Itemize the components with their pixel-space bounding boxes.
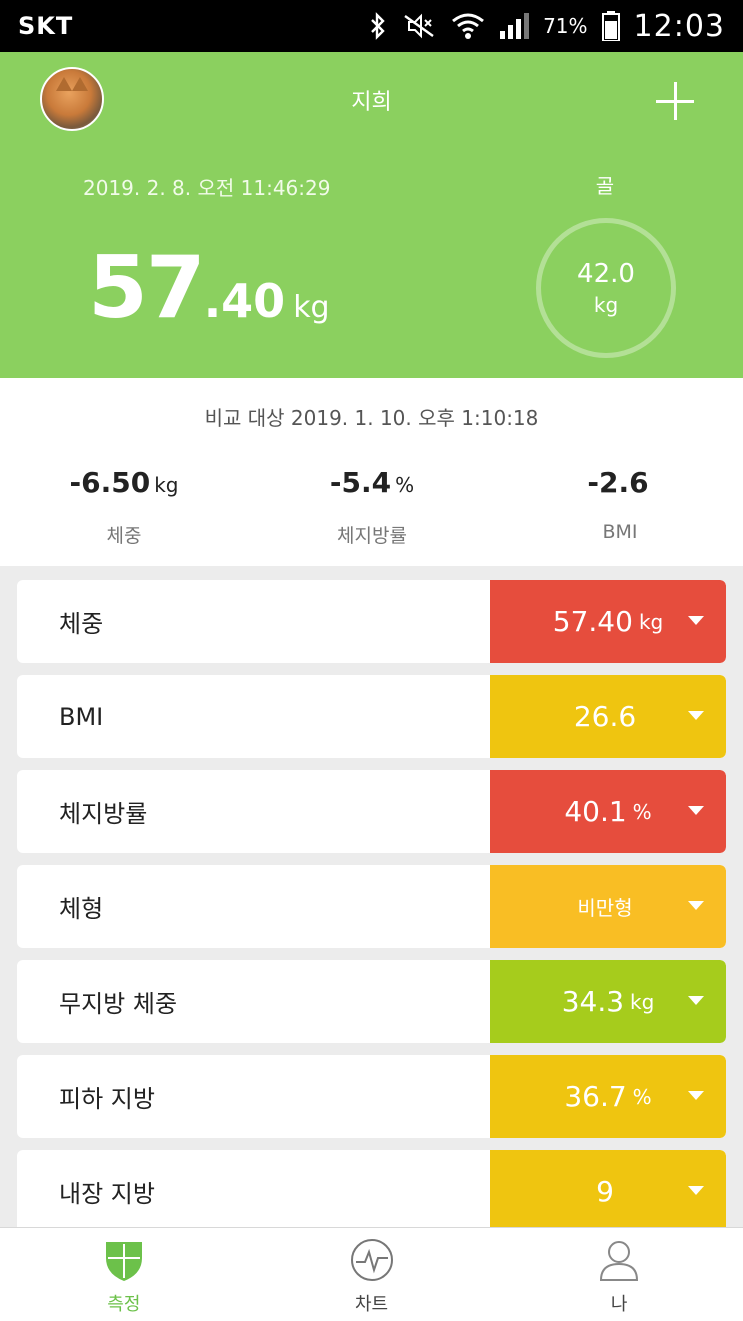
add-button[interactable] (654, 80, 698, 124)
metric-row-visceral-fat[interactable]: 내장 지방 9 (17, 1150, 726, 1233)
goal-unit: kg (593, 293, 619, 317)
status-bar: SKT 71% 12:03 (0, 0, 743, 52)
compare-value: -6.50 kg (69, 466, 179, 499)
caret-down-icon (688, 616, 704, 625)
carrier-label: SKT (18, 12, 74, 40)
metric-label: 체중 (59, 610, 104, 638)
caret-down-icon (688, 901, 704, 910)
metric-label: 체지방률 (59, 800, 148, 828)
goal-circle[interactable]: 42.0 kg (536, 218, 676, 358)
measure-time: 2019. 2. 8. 오전 11:46:29 (83, 176, 331, 200)
metric-value[interactable]: 26.6 (490, 675, 726, 758)
bluetooth-icon (369, 12, 387, 40)
nav-measure[interactable]: 측정 (0, 1228, 248, 1321)
shield-icon (100, 1236, 148, 1284)
metric-row-subcutaneous-fat[interactable]: 피하 지방 36.7% (17, 1055, 726, 1138)
caret-down-icon (688, 996, 704, 1005)
metric-row-body-type[interactable]: 체형 비만형 (17, 865, 726, 948)
metric-value[interactable]: 36.7% (490, 1055, 726, 1138)
metric-label: BMI (59, 702, 104, 731)
nav-me[interactable]: 나 (495, 1228, 743, 1321)
compare-label: 체중 (106, 525, 142, 547)
metric-value[interactable]: 57.40 kg (490, 580, 726, 663)
caret-down-icon (688, 711, 704, 720)
clock: 12:03 (633, 8, 725, 44)
nav-label: 측정 (107, 1294, 141, 1315)
metric-label: 피하 지방 (59, 1085, 155, 1113)
person-icon (595, 1236, 643, 1284)
mute-icon (401, 12, 437, 40)
compare-label: 체지방률 (337, 525, 407, 547)
battery-percent: 71% (543, 14, 588, 38)
comparison-title[interactable]: 비교 대상 2019. 1. 10. 오후 1:10:18 (0, 402, 743, 431)
metric-row-weight[interactable]: 체중 57.40 kg (17, 580, 726, 663)
battery-icon (601, 11, 620, 41)
metric-label: 내장 지방 (59, 1180, 155, 1208)
compare-body-fat: -5.4% 체지방률 (248, 466, 496, 548)
weight-unit: kg (293, 290, 330, 325)
metric-value[interactable]: 34.3 kg (490, 960, 726, 1043)
metric-row-bmi[interactable]: BMI 26.6 (17, 675, 726, 758)
metrics-list: 체중 57.40 kg BMI 26.6 체지방률 40.1% 체형 비만형 무지… (17, 580, 726, 1245)
signal-icon (499, 13, 530, 39)
caret-down-icon (688, 1186, 704, 1195)
compare-bmi: -2.6 BMI (496, 466, 743, 543)
wifi-icon (451, 11, 485, 41)
profile-header: 지희 2019. 2. 8. 오전 11:46:29 57 .40 kg 골 4… (0, 52, 743, 378)
metric-value[interactable]: 40.1% (490, 770, 726, 853)
user-name[interactable]: 지희 (0, 84, 743, 116)
compare-value: -2.6 (587, 466, 649, 499)
metric-value[interactable]: 비만형 (490, 865, 726, 948)
compare-label: BMI (602, 521, 638, 543)
weight-integer: 57 (88, 238, 206, 338)
current-weight: 57 .40 kg (88, 238, 330, 338)
compare-value: -5.4% (329, 466, 415, 499)
metric-label: 체형 (59, 895, 104, 923)
metric-row-lean-mass[interactable]: 무지방 체중 34.3 kg (17, 960, 726, 1043)
nav-chart[interactable]: 차트 (248, 1228, 496, 1321)
nav-label: 차트 (354, 1294, 389, 1315)
nav-label: 나 (610, 1294, 628, 1315)
goal-label: 골 (595, 174, 615, 198)
comparison-panel: 비교 대상 2019. 1. 10. 오후 1:10:18 -6.50 kg 체중… (0, 378, 743, 566)
compare-weight: -6.50 kg 체중 (0, 466, 248, 548)
weight-decimal: .40 (203, 274, 286, 328)
metric-value[interactable]: 9 (490, 1150, 726, 1233)
caret-down-icon (688, 806, 704, 815)
pulse-chart-icon (348, 1236, 396, 1284)
bottom-nav: 측정 차트 나 (0, 1227, 743, 1321)
goal-value: 42.0 (577, 259, 635, 289)
caret-down-icon (688, 1091, 704, 1100)
status-icons: 71% 12:03 (369, 9, 725, 44)
metric-label: 무지방 체중 (59, 990, 178, 1018)
metric-row-body-fat[interactable]: 체지방률 40.1% (17, 770, 726, 853)
